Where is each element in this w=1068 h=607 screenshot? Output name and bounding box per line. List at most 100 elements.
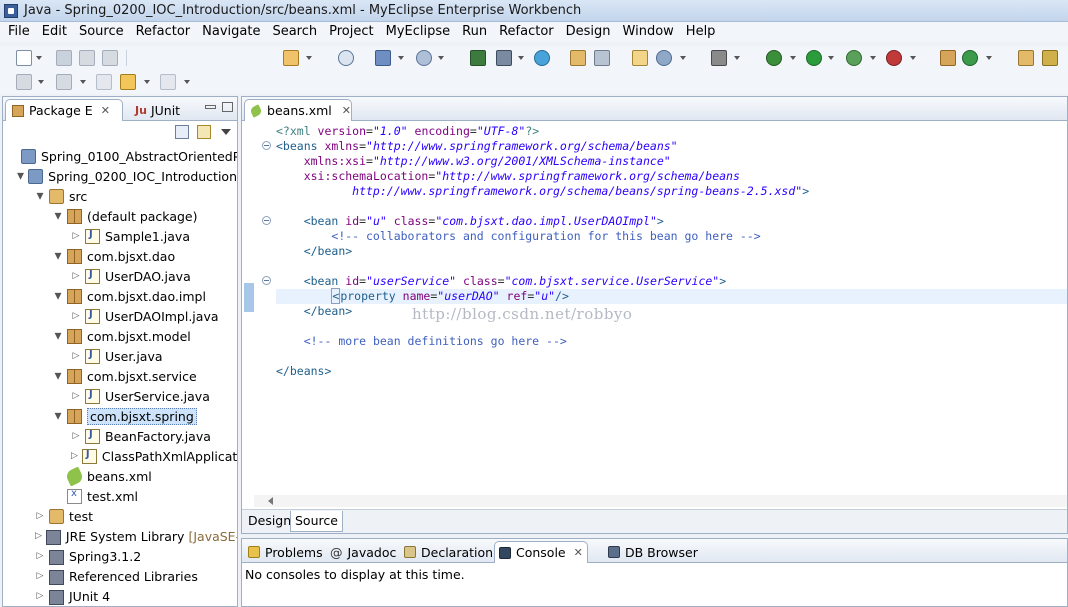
menu-run[interactable]: Run: [456, 22, 493, 42]
expanded-arrow-icon[interactable]: ▲: [53, 411, 63, 421]
menu-refactor-2[interactable]: Refactor: [493, 22, 560, 42]
search-icon[interactable]: [416, 50, 432, 66]
tab-declaration[interactable]: Declaration: [400, 541, 497, 563]
tree-item[interactable]: ▷ User.java: [3, 346, 237, 366]
tab-problems[interactable]: Problems: [244, 541, 327, 563]
coverage-icon[interactable]: [846, 50, 862, 66]
forward-arrow-icon[interactable]: [160, 74, 176, 90]
menu-source[interactable]: Source: [73, 22, 130, 42]
debug-dropdown-caret[interactable]: [790, 56, 796, 60]
fold-toggle-icon[interactable]: [262, 141, 271, 150]
last-edit-icon[interactable]: [96, 74, 112, 90]
deploy-icon[interactable]: [470, 50, 486, 66]
tree-item[interactable]: ▲ com.bjsxt.model: [3, 326, 237, 346]
expanded-arrow-icon[interactable]: ▲: [53, 251, 63, 261]
tree-item[interactable]: Spring_0100_AbstractOrientedPr: [3, 146, 237, 166]
expanded-arrow-icon[interactable]: ▲: [35, 191, 45, 201]
collapsed-arrow-icon[interactable]: ▷: [35, 551, 45, 561]
open-perspective-icon[interactable]: [1018, 50, 1034, 66]
tree-item[interactable]: ▷ JRE System Library[JavaSE-1: [3, 526, 237, 546]
print-icon[interactable]: [102, 50, 118, 66]
close-icon[interactable]: ✕: [574, 546, 583, 559]
fold-toggle-icon[interactable]: [262, 276, 271, 285]
collapsed-arrow-icon[interactable]: ▷: [35, 571, 45, 581]
code-area[interactable]: <?xml version="1.0" encoding="UTF-8"?> <…: [242, 122, 1067, 485]
wizard-dropdown-caret[interactable]: [398, 56, 404, 60]
tab-package-explorer[interactable]: Package E ✕: [5, 99, 123, 121]
tree-item[interactable]: ▷ BeanFactory.java: [3, 426, 237, 446]
menu-file[interactable]: File: [2, 22, 36, 42]
collapsed-arrow-icon[interactable]: ▷: [35, 591, 45, 601]
expanded-arrow-icon[interactable]: ▲: [17, 171, 24, 181]
tree-item[interactable]: ▲ Spring_0200_IOC_Introduction: [3, 166, 237, 186]
wizard-icon[interactable]: [375, 50, 391, 66]
tree-item[interactable]: ▷ ClassPathXmlApplicati: [3, 446, 237, 466]
link-with-editor-icon[interactable]: [197, 125, 211, 139]
tree-item[interactable]: ▲ src: [3, 186, 237, 206]
back-dropdown-caret[interactable]: [144, 80, 150, 84]
forward-dropdown-caret[interactable]: [184, 80, 190, 84]
pin-icon[interactable]: [1042, 50, 1058, 66]
tree-item[interactable]: ▷ Spring3.1.2: [3, 546, 237, 566]
coverage-dropdown-caret[interactable]: [870, 56, 876, 60]
debug-icon[interactable]: [766, 50, 782, 66]
back-arrow-icon[interactable]: [120, 74, 136, 90]
collapsed-arrow-icon[interactable]: ▷: [71, 391, 81, 401]
refresh-project-icon[interactable]: [594, 50, 610, 66]
external-tools-icon[interactable]: [886, 50, 902, 66]
menu-edit[interactable]: Edit: [36, 22, 73, 42]
report-icon[interactable]: [632, 50, 648, 66]
new-class-icon[interactable]: [962, 50, 978, 66]
next-annotation-icon[interactable]: [16, 74, 32, 90]
tree-item[interactable]: ▲ com.bjsxt.dao: [3, 246, 237, 266]
open-folder-icon[interactable]: [570, 50, 586, 66]
server-dropdown-caret[interactable]: [518, 56, 524, 60]
expanded-arrow-icon[interactable]: ▲: [53, 291, 63, 301]
new-class-dropdown-caret[interactable]: [986, 56, 992, 60]
browser-icon[interactable]: [534, 50, 550, 66]
tab-junit[interactable]: Ju JUnit: [129, 99, 180, 121]
tab-db-browser[interactable]: DB Browser: [604, 541, 702, 563]
menu-navigate[interactable]: Navigate: [196, 22, 266, 42]
menu-myeclipse[interactable]: MyEclipse: [380, 22, 457, 42]
expanded-arrow-icon[interactable]: ▲: [53, 211, 63, 221]
tree-item[interactable]: beans.xml: [3, 466, 237, 486]
close-icon[interactable]: ✕: [101, 104, 110, 117]
menu-search[interactable]: Search: [266, 22, 323, 42]
collapsed-arrow-icon[interactable]: ▷: [71, 351, 81, 361]
new-web-dropdown-caret[interactable]: [306, 56, 312, 60]
tree-item[interactable]: ▷ UserService.java: [3, 386, 237, 406]
new-icon[interactable]: [16, 50, 32, 66]
horizontal-scrollbar[interactable]: [254, 495, 1067, 507]
tab-design[interactable]: Design: [244, 511, 295, 532]
tree-item[interactable]: ▲ com.bjsxt.service: [3, 366, 237, 386]
new-dropdown-caret[interactable]: [36, 56, 42, 60]
previous-annotation-icon[interactable]: [56, 74, 72, 90]
collapsed-arrow-icon[interactable]: ▷: [35, 511, 45, 521]
tab-beans-xml[interactable]: beans.xml ✕: [244, 99, 352, 121]
tree-item[interactable]: ▷ Sample1.java: [3, 226, 237, 246]
minimize-icon[interactable]: [205, 105, 216, 109]
menu-project[interactable]: Project: [323, 22, 379, 42]
tree-item[interactable]: ▲ (default package): [3, 206, 237, 226]
menu-window[interactable]: Window: [617, 22, 680, 42]
view-menu-icon[interactable]: [221, 129, 231, 135]
web-service-dropdown-caret[interactable]: [680, 56, 686, 60]
scroll-left-icon[interactable]: [268, 497, 273, 505]
maximize-icon[interactable]: [222, 102, 233, 112]
collapsed-arrow-icon[interactable]: ▷: [71, 231, 81, 241]
tree-item[interactable]: ▲ com.bjsxt.spring: [3, 406, 237, 426]
tree-item[interactable]: ▷ Referenced Libraries: [3, 566, 237, 586]
menu-refactor[interactable]: Refactor: [130, 22, 197, 42]
save-all-icon[interactable]: [79, 50, 95, 66]
expanded-arrow-icon[interactable]: ▲: [53, 331, 63, 341]
search-dropdown-caret[interactable]: [438, 56, 444, 60]
server-icon[interactable]: [496, 50, 512, 66]
new-web-project-icon[interactable]: [283, 50, 299, 66]
tree-item[interactable]: test.xml: [3, 486, 237, 506]
tree-item[interactable]: ▷ JUnit 4: [3, 586, 237, 606]
external-tools-dropdown-caret[interactable]: [910, 56, 916, 60]
open-type-icon[interactable]: [338, 50, 354, 66]
collapsed-arrow-icon[interactable]: ▷: [71, 431, 81, 441]
run-dropdown-caret[interactable]: [828, 56, 834, 60]
